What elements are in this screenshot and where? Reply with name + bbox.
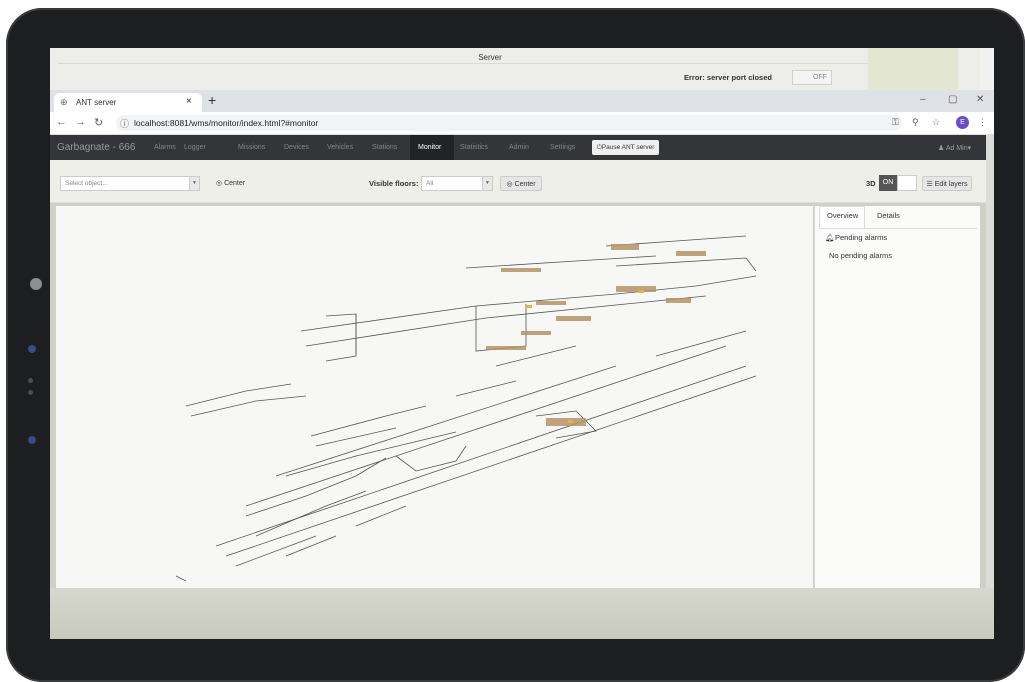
edit-layers-button[interactable]: ☰ Edit layers <box>922 176 972 191</box>
screen-bottom-reflection <box>50 588 994 639</box>
3d-map-view[interactable] <box>56 206 813 588</box>
globe-icon: ⊕ <box>60 97 68 107</box>
pending-alarms-text: No pending alarms <box>829 251 892 260</box>
forward-icon[interactable]: → <box>75 116 86 128</box>
menu-dots-icon[interactable]: ⋮ <box>978 117 987 128</box>
server-side-area <box>868 48 958 90</box>
close-window-icon[interactable]: ✕ <box>976 94 984 105</box>
warehouse-layout-drawing <box>175 235 757 582</box>
new-tab-button[interactable]: + <box>208 92 216 108</box>
star-icon[interactable]: ☆ <box>932 117 940 128</box>
caret-down-icon: ▾ <box>967 145 972 152</box>
info-icon: ⓘ <box>120 119 130 129</box>
nav-missions[interactable]: Missions <box>238 144 265 151</box>
nav-alarms[interactable]: Alarms <box>154 144 176 151</box>
3d-toggle-off[interactable] <box>897 175 917 191</box>
chevron-down-icon: ▼ <box>482 177 492 190</box>
center-label: Center <box>514 181 536 188</box>
nav-logger[interactable]: Logger <box>184 144 206 151</box>
nav-stations[interactable]: Stations <box>372 144 397 151</box>
pause-server-button[interactable]: ⏻Pause ANT server <box>592 140 659 155</box>
3d-label: 3D <box>866 179 876 188</box>
zoom-icon[interactable]: ⚲ <box>912 117 919 128</box>
target-icon: ◎ <box>216 180 223 187</box>
center-label: Center <box>224 180 246 187</box>
address-bar-row: ← → ↻ ⓘ localhost:8081/wms/monitor/index… <box>50 112 994 135</box>
sensor-dot <box>28 436 36 444</box>
user-name: Ad Min <box>945 145 968 152</box>
page-scrollbar[interactable] <box>986 135 994 588</box>
nav-statistics[interactable]: Statistics <box>460 144 488 151</box>
visible-floors-label: Visible floors: <box>369 179 419 188</box>
server-error-text: Error: server port closed <box>684 73 772 82</box>
maximize-icon[interactable]: ▢ <box>948 94 957 105</box>
object-select[interactable]: Select object... ▼ <box>60 176 200 191</box>
target-icon: ◎ <box>506 181 513 188</box>
screen: Server Error: server port closed OFF ⊕ A… <box>50 48 994 639</box>
divider <box>58 63 918 64</box>
tab-title: ANT server <box>76 98 117 107</box>
server-port-toggle[interactable]: OFF <box>792 70 832 85</box>
sensor-dot <box>28 390 33 395</box>
pending-alarms-header: Pending alarms <box>835 233 888 242</box>
user-icon: ♟ <box>938 145 945 152</box>
bell-icon: 🔔︎ <box>825 233 835 242</box>
nav-settings[interactable]: Settings <box>550 144 575 151</box>
sensor-dot <box>28 345 36 353</box>
nav-vehicles[interactable]: Vehicles <box>327 144 353 151</box>
floors-select[interactable]: All ▼ <box>421 176 493 191</box>
center-floors-button[interactable]: ◎ Center <box>500 176 542 191</box>
list-icon: ☰ <box>926 181 933 188</box>
url-field[interactable]: ⓘ localhost:8081/wms/monitor/index.html?… <box>116 115 902 131</box>
profile-avatar[interactable]: E <box>956 116 969 129</box>
url-text: localhost:8081/wms/monitor/index.html?#m… <box>134 118 319 128</box>
browser-tab[interactable]: ⊕ ANT server × <box>54 93 202 112</box>
tab-divider <box>819 228 977 229</box>
minimize-icon[interactable]: – <box>920 94 926 105</box>
browser-tab-bar: ⊕ ANT server × + – ▢ ✕ <box>50 90 994 112</box>
close-tab-icon[interactable]: × <box>186 96 192 107</box>
key-icon[interactable]: ⚿ <box>892 117 899 128</box>
pause-label: Pause ANT server <box>601 144 655 151</box>
user-menu[interactable]: ♟ Ad Min▾ <box>938 144 971 152</box>
camera-dot <box>30 278 42 290</box>
server-scrollbar[interactable] <box>980 48 994 90</box>
tab-overview[interactable]: Overview <box>827 211 858 220</box>
object-select-placeholder: Select object... <box>65 180 108 187</box>
sensor-dot <box>28 378 33 383</box>
nav-monitor[interactable]: Monitor <box>418 144 441 151</box>
monitor-toolbar: Select object... ▼ ◎ Center Visible floo… <box>50 160 986 203</box>
chevron-down-icon: ▼ <box>189 177 199 190</box>
tab-details[interactable]: Details <box>877 211 900 220</box>
3d-toggle-on[interactable]: ON <box>879 175 897 191</box>
side-panel: Overview Details 🔔︎ Pending alarms No pe… <box>814 206 980 588</box>
nav-admin[interactable]: Admin <box>509 144 529 151</box>
brand-title[interactable]: Garbagnate - 666 <box>57 142 135 153</box>
edit-layers-label: Edit layers <box>934 181 968 188</box>
server-window: Server Error: server port closed OFF <box>50 48 994 90</box>
app-navbar: Garbagnate - 666 Alarms Logger Missions … <box>50 135 994 160</box>
floors-value: All <box>426 180 434 187</box>
server-title: Server <box>478 53 502 62</box>
nav-devices[interactable]: Devices <box>284 144 309 151</box>
reload-icon[interactable]: ↻ <box>94 116 103 129</box>
center-button[interactable]: ◎ Center <box>216 176 245 191</box>
back-icon[interactable]: ← <box>56 116 67 128</box>
